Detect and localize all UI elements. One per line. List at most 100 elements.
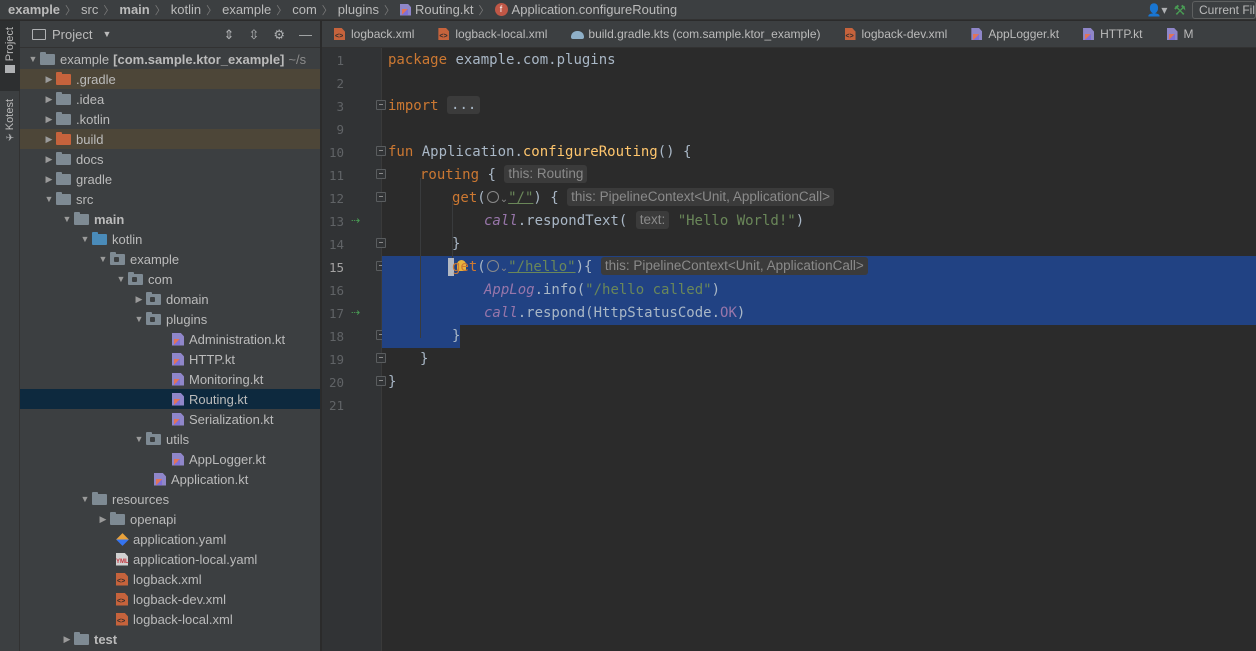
code-area[interactable]: package example.com.plugins import ... f…	[382, 48, 1256, 651]
tree-item-serialization[interactable]: Serialization.kt	[20, 409, 320, 429]
tree-item-docs[interactable]: ▶ docs	[20, 149, 320, 169]
chevron-down-icon[interactable]: ▼	[96, 254, 110, 264]
tab-label: HTTP.kt	[1100, 27, 1143, 41]
expand-all-icon[interactable]: ⇕	[224, 27, 235, 43]
enum-constant: OK	[720, 305, 737, 321]
user-icon[interactable]: 👤▾	[1146, 3, 1167, 17]
string-literal[interactable]: "/hello"	[508, 259, 575, 275]
project-tree: ▼ example [com.sample.ktor_example] ~/s …	[20, 49, 320, 649]
tree-item-label: resources	[112, 491, 170, 507]
chevron-right-icon[interactable]: ▶	[42, 94, 56, 105]
chevron-down-icon[interactable]: ▼	[114, 274, 128, 284]
chevron-right-icon[interactable]: ▶	[42, 134, 56, 145]
chevron-right-icon[interactable]: ▶	[132, 294, 146, 305]
chevron-down-icon[interactable]: ▼	[78, 234, 92, 244]
chevron-right-icon[interactable]: ▶	[60, 634, 74, 645]
tab-http[interactable]: HTTP.kt	[1071, 21, 1154, 47]
project-view-selector[interactable]: Project	[52, 27, 92, 42]
breadcrumb-kotlin[interactable]: kotlin	[171, 2, 201, 17]
tab-build-gradle[interactable]: build.gradle.kts (com.sample.ktor_exampl…	[559, 21, 832, 47]
chevron-down-icon[interactable]: ▼	[78, 494, 92, 504]
chevron-down-icon[interactable]: ▼	[42, 194, 56, 204]
line-number: 14	[328, 237, 344, 252]
dropdown-arrow-icon[interactable]: ▼	[102, 29, 111, 39]
chevron-down-icon[interactable]: ▼	[132, 434, 146, 444]
globe-icon[interactable]	[486, 260, 499, 272]
breadcrumb-com[interactable]: com	[292, 2, 317, 17]
string-literal[interactable]: "/"	[508, 190, 533, 206]
tree-item-resources[interactable]: ▼ resources	[20, 489, 320, 509]
globe-icon[interactable]	[486, 191, 499, 203]
tree-item-gradle[interactable]: ▶ gradle	[20, 169, 320, 189]
tree-item-domain[interactable]: ▶ domain	[20, 289, 320, 309]
line-number: 20	[328, 375, 344, 390]
tree-item-main[interactable]: ▼ main	[20, 209, 320, 229]
chevron-right-icon[interactable]: ▶	[42, 114, 56, 125]
chevron-right-icon[interactable]: ▶	[96, 514, 110, 525]
collapse-all-icon[interactable]: ⇳	[248, 27, 259, 43]
breadcrumb-main[interactable]: main	[119, 2, 149, 17]
tree-item-logback-dev[interactable]: logback-dev.xml	[20, 589, 320, 609]
tab-overflow[interactable]: M	[1155, 21, 1206, 47]
tree-item-logback-local[interactable]: logback-local.xml	[20, 609, 320, 629]
tree-item-gradle-cache[interactable]: ▶ .gradle	[20, 69, 320, 89]
tree-item-http[interactable]: HTTP.kt	[20, 349, 320, 369]
breadcrumb-plugins[interactable]: plugins	[338, 2, 379, 17]
run-gutter-icon[interactable]: ⇢	[351, 306, 360, 319]
tab-logback-dev[interactable]: logback-dev.xml	[833, 21, 960, 47]
tree-item-routing[interactable]: Routing.kt	[20, 389, 320, 409]
punctuation: ) {	[533, 190, 559, 206]
build-hammer-icon[interactable]: ⚒	[1173, 2, 1186, 19]
breadcrumb-example[interactable]: example	[222, 2, 271, 17]
tree-item-root[interactable]: ▼ example [com.sample.ktor_example] ~/s	[20, 49, 320, 69]
gear-icon[interactable]: ⚙	[273, 27, 285, 43]
folded-imports[interactable]: ...	[447, 96, 481, 114]
string-literal: "/hello called"	[585, 282, 712, 298]
chevron-right-icon[interactable]: ▶	[42, 74, 56, 85]
editor-gutter[interactable]: 1 2 3 9 10 11 12 13 14 15 16 17 18 19 20…	[322, 48, 386, 651]
breadcrumb-function[interactable]: Application.configureRouting	[512, 2, 678, 17]
tree-item-kotlin[interactable]: ▼ kotlin	[20, 229, 320, 249]
run-gutter-icon[interactable]: ⇢	[351, 214, 360, 227]
tree-item-application[interactable]: Application.kt	[20, 469, 320, 489]
tree-item-logback[interactable]: logback.xml	[20, 569, 320, 589]
tree-item-plugins[interactable]: ▼ plugins	[20, 309, 320, 329]
folder-icon	[56, 111, 71, 125]
chevron-down-icon[interactable]: ▼	[132, 314, 146, 324]
chevron-down-icon[interactable]: ▼	[60, 214, 74, 224]
identifier: AppLog	[484, 282, 535, 298]
tree-item-com[interactable]: ▼ com	[20, 269, 320, 289]
chevron-down-icon[interactable]: ⌄	[500, 194, 508, 205]
tab-applogger[interactable]: AppLogger.kt	[959, 21, 1071, 47]
code-line-19: }	[420, 348, 428, 371]
breadcrumb-project[interactable]: example	[8, 2, 60, 17]
tab-logback[interactable]: logback.xml	[322, 21, 426, 47]
tree-item-src[interactable]: ▼ src	[20, 189, 320, 209]
tree-item-build[interactable]: ▶ build	[20, 129, 320, 149]
tree-item-administration[interactable]: Administration.kt	[20, 329, 320, 349]
breadcrumb-file[interactable]: Routing.kt	[415, 2, 474, 17]
chevron-down-icon[interactable]: ▼	[26, 54, 40, 64]
kotlin-file-icon	[172, 333, 184, 346]
kotest-tool-tab[interactable]: Kotest ✈	[0, 99, 20, 159]
tree-item-application-local-yaml[interactable]: application-local.yaml	[20, 549, 320, 569]
chevron-right-icon[interactable]: ▶	[42, 174, 56, 185]
minimize-icon[interactable]: —	[299, 27, 312, 42]
run-config-selector[interactable]: Current File	[1192, 1, 1256, 19]
tree-item-kotlin-cache[interactable]: ▶ .kotlin	[20, 109, 320, 129]
tab-logback-local[interactable]: logback-local.xml	[426, 21, 559, 47]
project-tool-tab[interactable]: Project	[0, 21, 20, 91]
chevron-down-icon[interactable]: ⌄	[500, 263, 508, 274]
tree-item-test[interactable]: ▶ test	[20, 629, 320, 649]
breadcrumb-src[interactable]: src	[81, 2, 98, 17]
code-editor[interactable]: 1 2 3 9 10 11 12 13 14 15 16 17 18 19 20…	[322, 48, 1256, 651]
tree-item-applogger[interactable]: AppLogger.kt	[20, 449, 320, 469]
tree-item-example[interactable]: ▼ example	[20, 249, 320, 269]
identifier: .respond(HttpStatusCode.	[517, 305, 721, 321]
tree-item-application-yaml[interactable]: application.yaml	[20, 529, 320, 549]
chevron-right-icon[interactable]: ▶	[42, 154, 56, 165]
tree-item-utils[interactable]: ▼ utils	[20, 429, 320, 449]
tree-item-openapi[interactable]: ▶ openapi	[20, 509, 320, 529]
tree-item-idea[interactable]: ▶ .idea	[20, 89, 320, 109]
tree-item-monitoring[interactable]: Monitoring.kt	[20, 369, 320, 389]
